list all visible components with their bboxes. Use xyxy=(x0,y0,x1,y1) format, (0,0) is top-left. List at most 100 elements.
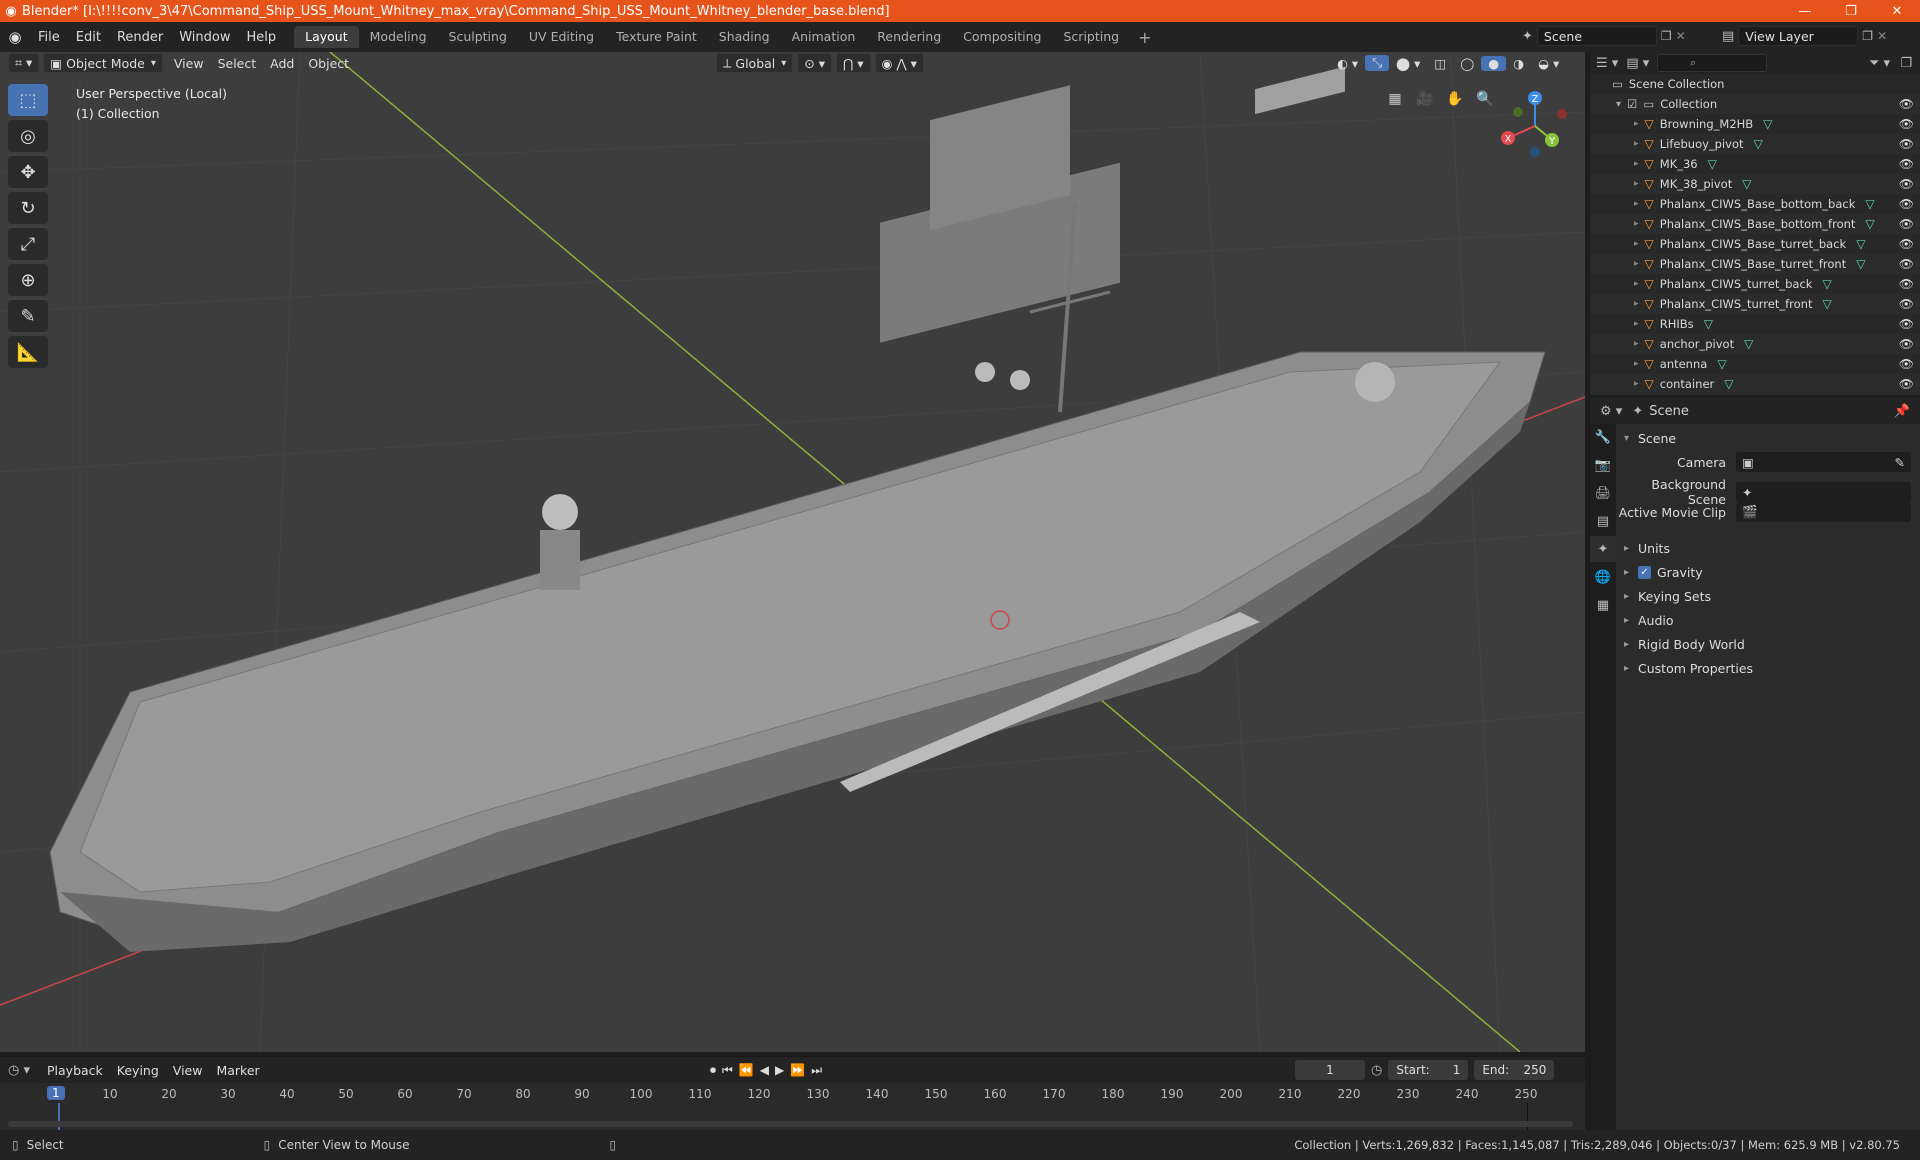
tab-uv-editing[interactable]: UV Editing xyxy=(518,26,605,48)
rendered-shading-icon[interactable]: ◒ ▾ xyxy=(1531,56,1566,71)
remove-view-layer-icon[interactable]: ✕ xyxy=(1877,29,1887,43)
transform-tool-icon[interactable]: ⊕ xyxy=(8,264,48,296)
stopwatch-icon[interactable]: ◷ xyxy=(1371,1063,1382,1078)
outliner-item[interactable]: ▸ ▽ anchor_pivot ▽ 👁 xyxy=(1590,334,1920,354)
menu-edit[interactable]: Edit xyxy=(68,30,109,45)
start-frame-field[interactable]: Start: 1 xyxy=(1388,1060,1469,1080)
menu-help[interactable]: Help xyxy=(239,30,285,45)
scene-tab-icon[interactable]: ✦ xyxy=(1590,536,1616,562)
material-shading-icon[interactable]: ◑ xyxy=(1506,56,1531,71)
tab-scripting[interactable]: Scripting xyxy=(1053,26,1131,48)
outliner-item[interactable]: ▸ ▽ Phalanx_CIWS_Base_bottom_back ▽ 👁 xyxy=(1590,194,1920,214)
tab-animation[interactable]: Animation xyxy=(781,26,867,48)
outliner-item[interactable]: ▸ ▽ Phalanx_CIWS_turret_front ▽ 👁 xyxy=(1590,294,1920,314)
tab-rendering[interactable]: Rendering xyxy=(866,26,952,48)
navigation-gizmo[interactable]: Z X Y xyxy=(1490,86,1580,166)
measure-tool-icon[interactable]: 📐 xyxy=(8,336,48,368)
close-button[interactable]: ✕ xyxy=(1874,0,1920,22)
xray-icon[interactable]: ◫ xyxy=(1427,56,1453,71)
expand-arrow-icon[interactable]: ▸ xyxy=(1634,239,1639,249)
viewport-menu-add[interactable]: Add xyxy=(263,56,301,71)
menu-render[interactable]: Render xyxy=(109,30,171,45)
cursor-tool-icon[interactable]: ◎ xyxy=(8,120,48,152)
eye-icon[interactable]: 👁 xyxy=(1899,237,1914,251)
maximize-button[interactable]: ❐ xyxy=(1828,0,1874,22)
expand-arrow-icon[interactable]: ▸ xyxy=(1634,259,1639,269)
expand-arrow-icon[interactable]: ▸ xyxy=(1634,119,1639,129)
units-section[interactable]: ▸ Units xyxy=(1616,536,1920,560)
new-collection-icon[interactable]: ❐ xyxy=(1900,56,1912,71)
annotate-tool-icon[interactable]: ✎ xyxy=(8,300,48,332)
filter-icon[interactable]: ⏷ ▾ xyxy=(1869,56,1890,71)
minimize-button[interactable]: — xyxy=(1782,0,1828,22)
background-scene-field[interactable]: ✦ xyxy=(1736,482,1911,502)
eyedropper-icon[interactable]: ✎ xyxy=(1895,455,1905,470)
timeline-menu-view[interactable]: View xyxy=(166,1063,210,1078)
jump-start-icon[interactable]: ⏮ xyxy=(722,1063,733,1078)
eye-icon[interactable]: 👁 xyxy=(1899,257,1914,271)
outliner-item[interactable]: ▸ ▽ antenna ▽ 👁 xyxy=(1590,354,1920,374)
3d-viewport[interactable]: ⬚ ◎ ✥ ↻ ⤢ ⊕ ✎ 📐 User Perspective (Local)… xyxy=(0,52,1585,1052)
eye-icon[interactable]: 👁 xyxy=(1899,297,1914,311)
expand-arrow-icon[interactable]: ▸ xyxy=(1634,359,1639,369)
view-layer-tab-icon[interactable]: ▤ xyxy=(1590,508,1616,534)
tab-modeling[interactable]: Modeling xyxy=(359,26,438,48)
collapse-arrow-icon[interactable]: ▾ xyxy=(1616,99,1621,110)
eye-icon[interactable]: 👁 xyxy=(1899,377,1914,391)
tab-shading[interactable]: Shading xyxy=(708,26,781,48)
expand-arrow-icon[interactable]: ▸ xyxy=(1634,279,1639,289)
collection-checkbox[interactable]: ☑ xyxy=(1627,97,1637,111)
proportional-edit-toggle[interactable]: ◉ ⋀ ▾ xyxy=(874,53,924,73)
timeline-menu-marker[interactable]: Marker xyxy=(209,1063,266,1078)
outliner-item[interactable]: ▸ ▽ Phalanx_CIWS_turret_back ▽ 👁 xyxy=(1590,274,1920,294)
tab-layout[interactable]: Layout xyxy=(294,26,359,48)
output-tab-icon[interactable]: 🖨 xyxy=(1590,480,1616,506)
viewport-menu-select[interactable]: Select xyxy=(211,56,264,71)
current-frame-field[interactable]: 1 xyxy=(1295,1060,1365,1080)
select-box-tool-icon[interactable]: ⬚ xyxy=(8,84,48,116)
eye-icon[interactable]: 👁 xyxy=(1899,97,1914,111)
properties-editor-icon[interactable]: ⚙ ▾ xyxy=(1600,404,1622,419)
timeline-menu-playback[interactable]: Playback xyxy=(40,1063,110,1078)
current-frame-indicator[interactable]: 1 xyxy=(47,1086,65,1100)
end-frame-field[interactable]: End: 250 xyxy=(1474,1060,1555,1080)
scene-panel-header[interactable]: ▾ Scene xyxy=(1616,426,1920,450)
wireframe-shading-icon[interactable]: ◯ xyxy=(1453,56,1481,71)
outliner-item[interactable]: ▸ ▽ container ▽ 👁 xyxy=(1590,374,1920,394)
gravity-section[interactable]: ▸ ✓ Gravity xyxy=(1616,560,1920,584)
timeline-ruler[interactable]: 1 10 20 30 40 50 60 70 80 90 100 110 120 130 140 150 16… xyxy=(0,1083,1585,1131)
display-mode-icon[interactable]: ▤ ▾ xyxy=(1626,56,1649,71)
outliner-item[interactable]: ▸ ▽ RHIBs ▽ 👁 xyxy=(1590,314,1920,334)
transform-orientation-dropdown[interactable]: ⟂ Global ▾ xyxy=(716,53,794,73)
visibility-icon[interactable]: ◐ ▾ xyxy=(1330,56,1365,71)
outliner-item[interactable]: ▸ ▽ MK_36 ▽ 👁 xyxy=(1590,154,1920,174)
eye-icon[interactable]: 👁 xyxy=(1899,137,1914,151)
keying-sets-section[interactable]: ▸ Keying Sets xyxy=(1616,584,1920,608)
scene-name-field[interactable]: Scene xyxy=(1536,26,1657,46)
pin-icon[interactable]: 📌 xyxy=(1894,404,1910,419)
add-workspace-button[interactable]: + xyxy=(1130,28,1159,47)
menu-file[interactable]: File xyxy=(30,30,68,45)
expand-arrow-icon[interactable]: ▸ xyxy=(1634,179,1639,189)
ship-model[interactable] xyxy=(49,66,1546,952)
snap-toggle[interactable]: ⋂ ▾ xyxy=(836,53,871,73)
record-icon[interactable]: ⏺ xyxy=(710,1063,716,1078)
eye-icon[interactable]: 👁 xyxy=(1899,337,1914,351)
solid-shading-icon[interactable]: ● xyxy=(1481,55,1507,71)
grid-toggle-icon[interactable]: ▦ xyxy=(1382,86,1408,112)
eye-icon[interactable]: 👁 xyxy=(1899,117,1914,131)
jump-end-icon[interactable]: ⏭ xyxy=(811,1063,822,1078)
world-tab-icon[interactable]: 🌐 xyxy=(1590,564,1616,590)
audio-section[interactable]: ▸ Audio xyxy=(1616,608,1920,632)
rotate-tool-icon[interactable]: ↻ xyxy=(8,192,48,224)
scene-collection-row[interactable]: ▭ Scene Collection xyxy=(1590,74,1920,94)
outliner-editor-icon[interactable]: ☰ ▾ xyxy=(1596,56,1618,71)
overlay-icon[interactable]: ⬤ ▾ xyxy=(1389,56,1427,71)
expand-arrow-icon[interactable]: ▸ xyxy=(1634,199,1639,209)
eye-icon[interactable]: 👁 xyxy=(1899,357,1914,371)
tool-tab-icon[interactable]: 🔧 xyxy=(1590,424,1616,450)
expand-arrow-icon[interactable]: ▸ xyxy=(1634,159,1639,169)
outliner-item[interactable]: ▸ ▽ Phalanx_CIWS_Base_bottom_front ▽ 👁 xyxy=(1590,214,1920,234)
editor-type-button[interactable]: ⌗ ▾ xyxy=(8,53,40,73)
tab-compositing[interactable]: Compositing xyxy=(952,26,1052,48)
